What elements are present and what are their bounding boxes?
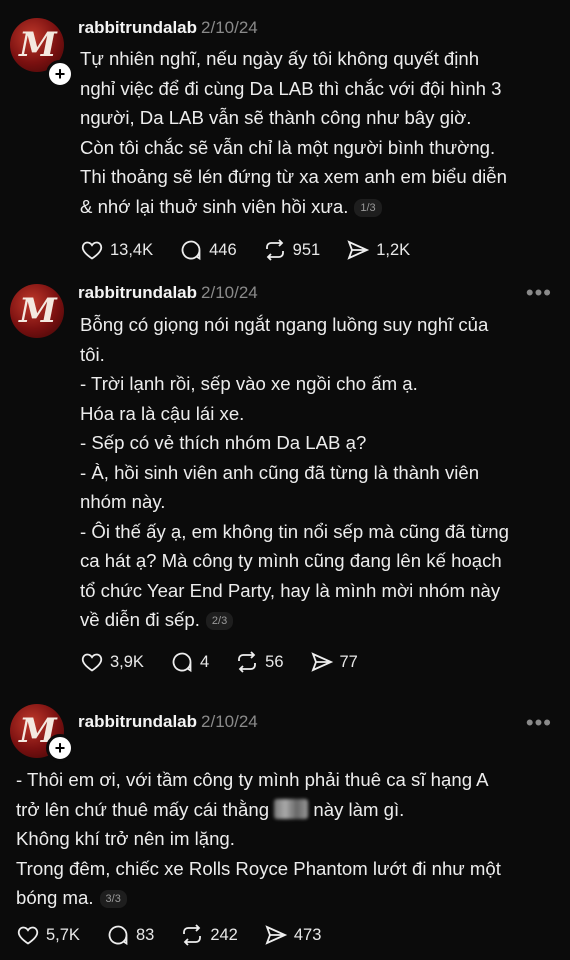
username[interactable]: rabbitrundalab (78, 712, 197, 731)
post-line: - Sếp có vẻ thích nhóm Da LAB ạ? (80, 432, 367, 453)
post-line: Không khí trở nên im lặng. (16, 828, 235, 849)
heart-icon (81, 653, 103, 672)
like-button[interactable]: 3,9K (80, 650, 144, 674)
post-line: ca hát ạ? Mà công ty mình cũng đang lên … (80, 550, 502, 571)
heart-icon (81, 241, 103, 260)
action-bar: 13,4K 446 951 1,2K (80, 238, 436, 262)
avatar[interactable]: M + (10, 18, 74, 88)
comment-icon (108, 925, 128, 946)
post-date: 2/10/24 (201, 712, 258, 731)
comment-button[interactable]: 446 (179, 238, 237, 262)
repost-button[interactable]: 56 (235, 650, 284, 674)
share-button[interactable]: 473 (264, 923, 322, 947)
post-header: rabbitrundalab 2/10/24 (78, 283, 258, 303)
like-button[interactable]: 13,4K (80, 238, 153, 262)
post-header: rabbitrundalab 2/10/24 (78, 18, 258, 38)
post-line-text: này làm gì. (313, 798, 405, 820)
post-line: - Ôi thế ấy ạ, em không tin nổi sếp mà c… (80, 520, 509, 542)
heart-icon (17, 926, 39, 945)
like-button[interactable]: 5,7K (16, 923, 80, 947)
page-indicator: 1/3 (354, 198, 382, 217)
share-icon (310, 652, 333, 672)
post-line-last: về diễn đi sếp. 2/3 (80, 605, 560, 635)
like-count: 5,7K (46, 925, 80, 944)
post-line: Còn tôi chắc sẽ vẫn chỉ là một người bìn… (80, 136, 496, 158)
post-line-text: trở lên chứ thuê mấy cái thằng (16, 798, 270, 820)
comment-count: 4 (199, 652, 210, 671)
post-line: trở lên chứ thuê mấy cái thằng này làm g… (16, 795, 564, 825)
post-line: nhóm này. (80, 491, 166, 512)
post-date: 2/10/24 (201, 283, 258, 302)
post-line: tôi. (80, 343, 105, 365)
repost-icon (238, 651, 257, 673)
post-line: nghỉ việc để đi cùng Da LAB thì chắc với… (80, 77, 502, 99)
post-line: tổ chức Year End Party, hay là mình mời … (80, 579, 501, 601)
share-icon (265, 925, 288, 945)
comment-button[interactable]: 4 (170, 650, 209, 674)
post-line: Tự nhiên nghĩ, nếu ngày ấy tôi không quy… (80, 48, 480, 69)
avatar-monogram: M (19, 291, 57, 331)
repost-count: 242 (210, 925, 238, 944)
repost-button[interactable]: 242 (180, 923, 238, 947)
follow-plus-icon[interactable]: + (46, 734, 74, 762)
share-count: 473 (293, 925, 322, 944)
repost-icon (183, 924, 202, 946)
more-options-icon[interactable]: ••• (526, 280, 552, 306)
comment-icon (172, 652, 192, 673)
post-line: Bỗng có giọng nói ngắt ngang luồng suy n… (80, 314, 489, 335)
repost-icon (265, 239, 284, 261)
post-line: - Thôi em ơi, với tầm công ty mình phải … (16, 769, 489, 790)
comment-button[interactable]: 83 (106, 923, 154, 947)
comment-icon (181, 240, 201, 261)
post-body: Tự nhiên nghĩ, nếu ngày ấy tôi không quy… (80, 44, 560, 221)
post-line-text: bóng ma. (16, 887, 94, 908)
more-options-icon[interactable]: ••• (526, 710, 552, 736)
post-line-last: & nhớ lại thuở sinh viên hồi xưa. 1/3 (80, 192, 560, 222)
post-body: Bỗng có giọng nói ngắt ngang luồng suy n… (80, 310, 560, 635)
post-line: - Trời lạnh rồi, sếp vào xe ngồi cho ấm … (80, 373, 418, 394)
post-line-text: & nhớ lại thuở sinh viên hồi xưa. (80, 195, 349, 217)
follow-plus-icon[interactable]: + (46, 60, 74, 88)
post-line: - À, hồi sinh viên anh cũng đã từng là t… (80, 461, 480, 483)
post-header: rabbitrundalab 2/10/24 (78, 712, 258, 732)
page-indicator: 2/3 (205, 612, 234, 630)
post-date: 2/10/24 (201, 18, 258, 37)
page-indicator: 3/3 (99, 890, 127, 908)
post-line-last: bóng ma. 3/3 (16, 883, 564, 913)
share-count: 1,2K (376, 240, 411, 259)
avatar[interactable]: M + (10, 704, 74, 762)
repost-count: 56 (265, 652, 284, 671)
repost-count: 951 (292, 240, 321, 259)
comment-count: 446 (209, 240, 237, 259)
username[interactable]: rabbitrundalab (78, 283, 197, 302)
post-body: - Thôi em ơi, với tầm công ty mình phải … (16, 765, 564, 913)
post-line: Thi thoảng sẽ lén đứng từ xa xem anh em … (80, 166, 507, 187)
post-line: người, Da LAB vẫn sẽ thành công như bây … (80, 107, 472, 128)
share-count: 77 (339, 652, 358, 671)
repost-button[interactable]: 951 (263, 238, 321, 262)
comment-count: 83 (135, 925, 155, 944)
post-line-text: về diễn đi sếp. (80, 609, 200, 630)
username[interactable]: rabbitrundalab (78, 18, 197, 37)
share-button[interactable]: 1,2K (346, 238, 410, 262)
post-line: Trong đêm, chiếc xe Rolls Royce Phantom … (16, 857, 501, 879)
censored-word (274, 798, 309, 819)
post-line: Hóa ra là cậu lái xe. (80, 402, 245, 424)
action-bar: 5,7K 83 242 473 (16, 923, 347, 947)
share-icon (347, 240, 370, 260)
avatar[interactable]: M (10, 284, 64, 338)
share-button[interactable]: 77 (310, 650, 358, 674)
like-count: 3,9K (110, 652, 144, 671)
action-bar: 3,9K 4 56 77 (80, 650, 384, 674)
like-count: 13,4K (110, 240, 154, 259)
